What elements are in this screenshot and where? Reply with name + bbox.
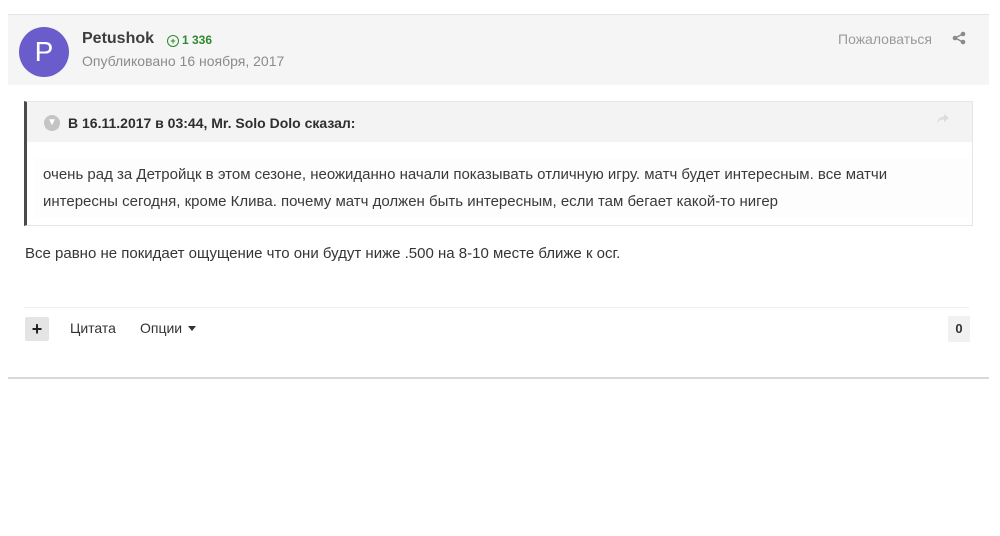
quote-header: ▼ В 16.11.2017 в 03:44, Mr. Solo Dolo ск… bbox=[27, 102, 972, 142]
multiquote-button[interactable]: + bbox=[25, 317, 49, 341]
reputation-count: 1 336 bbox=[182, 33, 213, 47]
forward-arrow-icon[interactable] bbox=[936, 113, 950, 125]
report-link[interactable]: Пожаловаться bbox=[838, 31, 932, 47]
post-header: P Petushok +1 336 Опубликовано 16 ноября… bbox=[8, 15, 989, 85]
post-date: Опубликовано 16 ноября, 2017 bbox=[82, 53, 285, 69]
reaction-count[interactable]: 0 bbox=[948, 316, 970, 342]
reputation-badge: +1 336 bbox=[167, 33, 212, 47]
avatar[interactable]: P bbox=[19, 27, 69, 77]
quote-button[interactable]: Цитата bbox=[70, 320, 116, 336]
plus-circle-icon: + bbox=[167, 35, 179, 47]
footer-divider bbox=[24, 307, 969, 308]
quote-block: ▼ В 16.11.2017 в 03:44, Mr. Solo Dolo ск… bbox=[24, 101, 973, 226]
caret-down-icon bbox=[188, 326, 197, 331]
post-body-text: Все равно не покидает ощущение что они б… bbox=[25, 245, 621, 262]
quote-citation[interactable]: В 16.11.2017 в 03:44, Mr. Solo Dolo сказ… bbox=[68, 115, 355, 131]
options-dropdown[interactable]: Опции bbox=[140, 320, 197, 336]
quote-text: очень рад за Детройцк в этом сезоне, нео… bbox=[35, 158, 969, 218]
post-card: P Petushok +1 336 Опубликовано 16 ноября… bbox=[8, 14, 989, 379]
options-label: Опции bbox=[140, 320, 183, 336]
share-icon[interactable] bbox=[952, 31, 966, 45]
author-name[interactable]: Petushok bbox=[82, 30, 154, 48]
chevron-down-icon[interactable]: ▼ bbox=[44, 115, 60, 131]
